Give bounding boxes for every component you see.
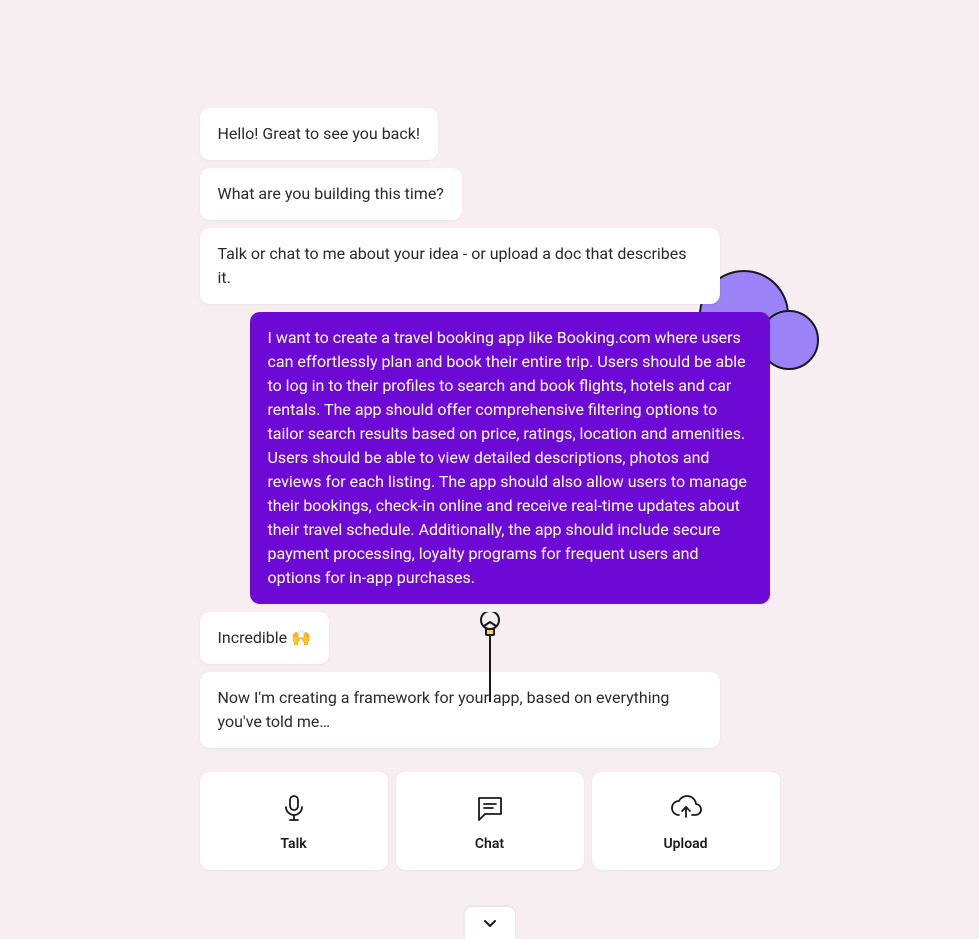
messages-list: Hello! Great to see you back! What are y… bbox=[200, 108, 780, 756]
bot-message: Now I'm creating a framework for your ap… bbox=[200, 672, 720, 748]
message-text: Incredible 🙌 bbox=[218, 628, 311, 647]
chat-container: Hello! Great to see you back! What are y… bbox=[200, 0, 780, 870]
scroll-down-button[interactable] bbox=[465, 907, 515, 939]
upload-button[interactable]: Upload bbox=[592, 772, 780, 870]
message-text: I want to create a travel booking app li… bbox=[268, 328, 747, 587]
chat-icon bbox=[475, 792, 505, 824]
actions-row: Talk Chat Upload bbox=[200, 772, 780, 870]
chevron-down-icon bbox=[483, 918, 497, 928]
message-text: Hello! Great to see you back! bbox=[218, 124, 421, 143]
bot-message: Hello! Great to see you back! bbox=[200, 108, 439, 160]
microphone-icon bbox=[281, 792, 307, 824]
chat-button[interactable]: Chat bbox=[396, 772, 584, 870]
action-label: Talk bbox=[280, 836, 306, 852]
bot-message: Talk or chat to me about your idea - or … bbox=[200, 228, 720, 304]
message-text: Now I'm creating a framework for your ap… bbox=[218, 688, 670, 731]
action-label: Chat bbox=[475, 836, 504, 852]
message-text: What are you building this time? bbox=[218, 184, 444, 203]
bot-message: Incredible 🙌 bbox=[200, 612, 329, 664]
bot-message: What are you building this time? bbox=[200, 168, 462, 220]
cloud-upload-icon bbox=[669, 792, 703, 824]
message-text: Talk or chat to me about your idea - or … bbox=[218, 244, 687, 287]
action-label: Upload bbox=[663, 836, 707, 852]
talk-button[interactable]: Talk bbox=[200, 772, 388, 870]
user-message: I want to create a travel booking app li… bbox=[250, 312, 770, 604]
